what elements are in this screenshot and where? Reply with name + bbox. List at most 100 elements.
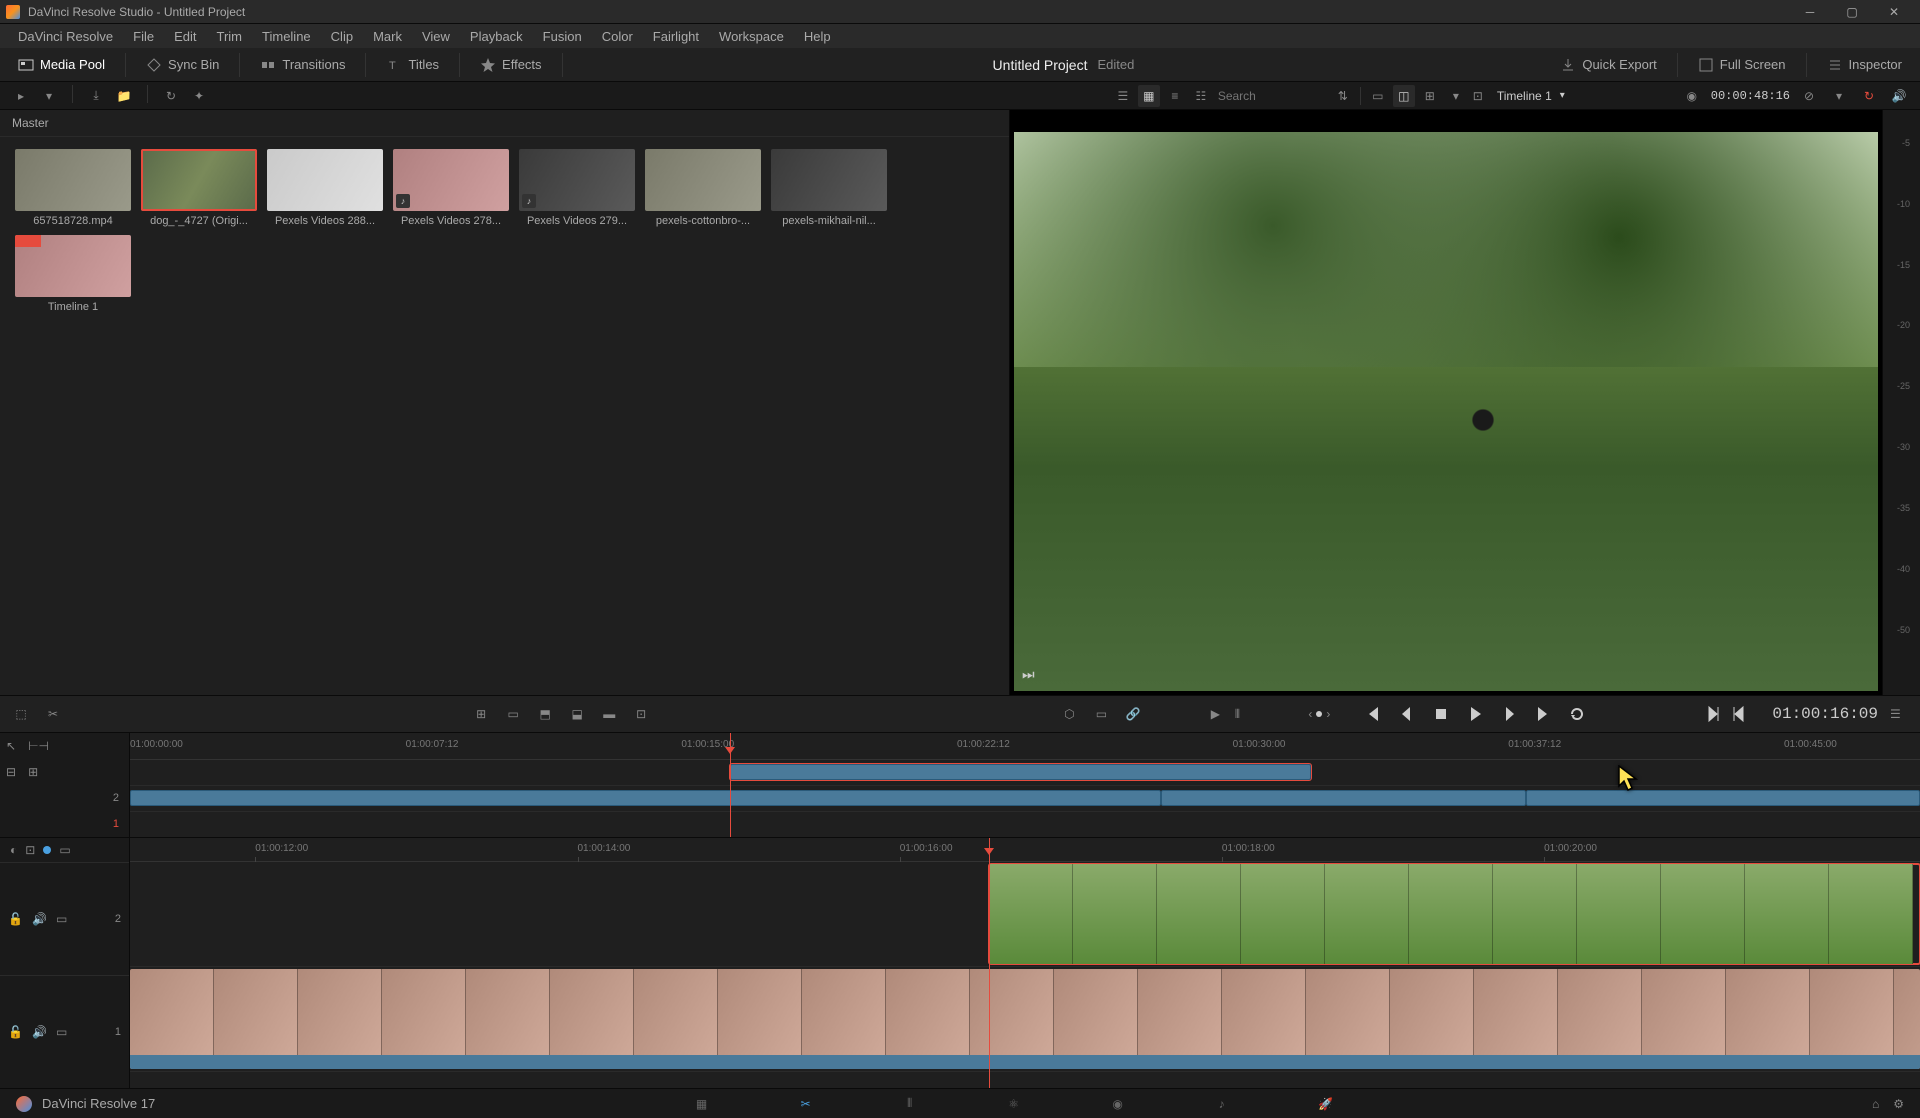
media-thumb[interactable]: Pexels Videos 288... [264, 147, 386, 229]
dual-viewer-icon[interactable]: ◫ [1393, 85, 1415, 107]
source-mode-icon[interactable]: ▶ [1204, 703, 1226, 725]
deliver-page-tab[interactable]: 🚀 [1314, 1092, 1338, 1116]
menu-help[interactable]: Help [794, 26, 841, 47]
menu-color[interactable]: Color [592, 26, 643, 47]
flag-icon[interactable]: ▭ [1090, 703, 1112, 725]
menu-trim[interactable]: Trim [207, 26, 253, 47]
blade-tool-icon[interactable]: ✂ [42, 703, 64, 725]
menu-workspace[interactable]: Workspace [709, 26, 794, 47]
ripple-tool-icon[interactable]: ⊟ [6, 765, 16, 779]
media-thumb[interactable]: pexels-cottonbro-... [642, 147, 764, 229]
dual-mode-icon[interactable]: ⫴ [1226, 703, 1248, 725]
marker-mode-icon[interactable]: ⊡ [25, 843, 35, 857]
settings-icon[interactable]: ⚙ [1893, 1097, 1904, 1111]
place-on-top-icon[interactable]: ▬ [598, 703, 620, 725]
timeline-clip-woman[interactable] [130, 969, 1920, 1069]
viewer-dropdown-icon[interactable]: ▾ [1445, 85, 1467, 107]
go-to-out-button[interactable] [1726, 701, 1752, 727]
mini-timeline-tracks[interactable]: 01:00:00:0001:00:07:1201:00:15:0001:00:2… [130, 733, 1920, 837]
video-enable-icon[interactable]: ▭ [56, 912, 72, 926]
link-icon[interactable]: 🔗 [1122, 703, 1144, 725]
chevron-down-icon[interactable]: ▾ [1560, 90, 1565, 101]
bypass-icon[interactable]: ⊘ [1798, 85, 1820, 107]
jog-control[interactable]: ‹› [1308, 707, 1330, 721]
play-button[interactable] [1462, 701, 1488, 727]
menu-timeline[interactable]: Timeline [252, 26, 321, 47]
media-page-tab[interactable]: ▦ [690, 1092, 714, 1116]
stop-button[interactable] [1428, 701, 1454, 727]
titles-button[interactable]: T Titles [378, 53, 447, 77]
transitions-button[interactable]: Transitions [252, 53, 353, 77]
loop-button[interactable] [1564, 701, 1590, 727]
lock-icon[interactable]: 🔓 [8, 1025, 24, 1039]
go-to-in-button[interactable] [1700, 701, 1726, 727]
full-screen-button[interactable]: Full Screen [1690, 53, 1794, 77]
media-pool-button[interactable]: Media Pool [10, 53, 113, 77]
arrow-tool-icon[interactable]: ↖ [6, 739, 16, 753]
wand-icon[interactable]: ✦ [188, 85, 210, 107]
timeline-selector[interactable]: Timeline 1 [1497, 89, 1552, 103]
menu-mark[interactable]: Mark [363, 26, 412, 47]
loop-icon[interactable]: ↻ [1858, 85, 1880, 107]
media-thumb[interactable]: dog_-_4727 (Origi... [138, 147, 260, 229]
home-icon[interactable]: ⌂ [1872, 1097, 1879, 1111]
breadcrumb[interactable]: Master [0, 110, 1009, 137]
position-icon[interactable]: ▭ [59, 843, 70, 857]
media-thumb[interactable]: ♪Pexels Videos 278... [390, 147, 512, 229]
step-forward-icon[interactable]: ⏭ [1022, 666, 1035, 683]
record-icon[interactable]: ◉ [1681, 85, 1703, 107]
timeline-clip-park[interactable] [989, 864, 1920, 964]
options-icon[interactable]: ☰ [1890, 707, 1910, 721]
grid-view-icon[interactable]: ▦ [1138, 85, 1160, 107]
auto-track-selector-icon[interactable] [43, 846, 51, 854]
menu-playback[interactable]: Playback [460, 26, 533, 47]
strip-view-icon[interactable]: ☷ [1190, 85, 1212, 107]
sync-bin-button[interactable]: Sync Bin [138, 53, 227, 77]
media-thumb[interactable]: ♪Pexels Videos 279... [516, 147, 638, 229]
video-enable-icon[interactable]: ▭ [56, 1025, 72, 1039]
mini-clip-v1-b[interactable] [1161, 790, 1526, 806]
metadata-view-icon[interactable]: ☰ [1112, 85, 1134, 107]
edit-page-tab[interactable]: ⫴ [898, 1092, 922, 1116]
media-thumb[interactable]: Timeline 1 [12, 233, 134, 315]
replace-icon[interactable]: ⬒ [534, 703, 556, 725]
fit-to-fill-icon[interactable]: ⬓ [566, 703, 588, 725]
mini-clip-v1-c[interactable] [1526, 790, 1920, 806]
mini-track-1-header[interactable]: 1 [0, 811, 129, 837]
menu-file[interactable]: File [123, 26, 164, 47]
track-header-v2[interactable]: 🔓 🔊 ▭ 2 [0, 862, 129, 975]
audio-icon[interactable]: 🔊 [32, 912, 48, 926]
slip-tool-icon[interactable]: ⊞ [28, 765, 38, 779]
insert-icon[interactable]: ⊞ [470, 703, 492, 725]
folder-icon[interactable]: 📁 [113, 85, 135, 107]
list-view-icon[interactable]: ≡ [1164, 85, 1186, 107]
video-track-2[interactable] [130, 862, 1920, 967]
menu-view[interactable]: View [412, 26, 460, 47]
jump-start-button[interactable] [1360, 701, 1386, 727]
minimize-button[interactable]: ─ [1790, 2, 1830, 22]
overwrite-icon[interactable]: ▭ [502, 703, 524, 725]
close-button[interactable]: ✕ [1874, 2, 1914, 22]
track-header-v1[interactable]: 🔓 🔊 ▭ 1 [0, 975, 129, 1088]
transport-timecode[interactable]: 01:00:16:09 [1772, 705, 1878, 723]
menu-fairlight[interactable]: Fairlight [643, 26, 709, 47]
inspector-button[interactable]: Inspector [1819, 53, 1910, 77]
settings-dropdown-icon[interactable]: ▾ [1828, 85, 1850, 107]
jump-end-button[interactable] [1530, 701, 1556, 727]
import-icon[interactable]: ⤓ [85, 85, 107, 107]
menu-davinci[interactable]: DaVinci Resolve [8, 26, 123, 47]
mini-playhead[interactable] [730, 733, 731, 837]
speaker-icon[interactable]: 🔊 [1888, 85, 1910, 107]
mini-ruler[interactable]: 01:00:00:0001:00:07:1201:00:15:0001:00:2… [130, 733, 1920, 760]
append-icon[interactable]: ⊡ [630, 703, 652, 725]
marker-icon[interactable]: ⬡ [1058, 703, 1080, 725]
next-frame-button[interactable] [1496, 701, 1522, 727]
mini-track-2-header[interactable]: 2 [0, 785, 129, 811]
single-viewer-icon[interactable]: ▭ [1367, 85, 1389, 107]
cut-page-tab[interactable]: ✂ [794, 1092, 818, 1116]
timeline-tracks[interactable]: 01:00:12:0001:00:14:0001:00:16:0001:00:1… [130, 838, 1920, 1088]
timeline-ruler[interactable]: 01:00:12:0001:00:14:0001:00:16:0001:00:1… [130, 838, 1920, 862]
color-page-tab[interactable]: ◉ [1106, 1092, 1130, 1116]
media-thumb[interactable]: 657518728.mp4 [12, 147, 134, 229]
viewer-image[interactable]: ⏭ [1014, 132, 1878, 691]
